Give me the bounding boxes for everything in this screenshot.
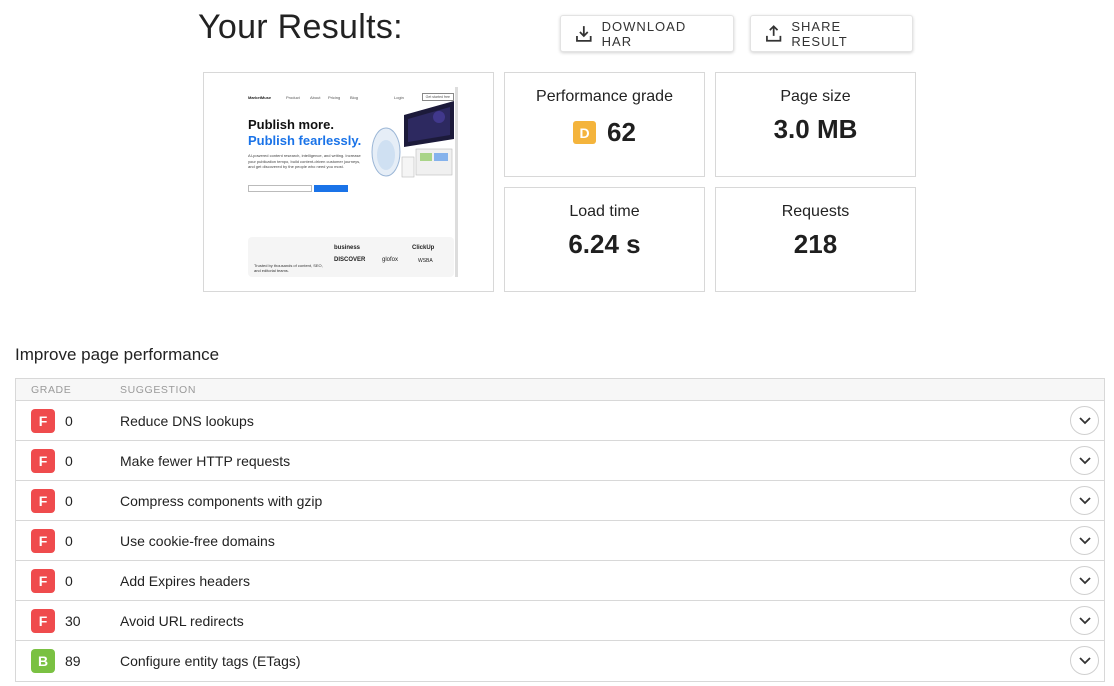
table-row[interactable]: F 0 Add Expires headers [16,561,1104,601]
load-time-value: 6.24 s [568,229,641,259]
table-row[interactable]: F 0 Compress components with gzip [16,481,1104,521]
thumb-email-input [248,185,312,192]
suggestions-table: GRADE SUGGESTION F 0 Reduce DNS lookups F 0 M… [15,378,1105,682]
results-title: Your Results: [198,8,403,46]
thumb-logo-item: ClickUp [412,245,435,251]
chevron-down-icon [1078,496,1091,504]
grade-badge: F [31,609,55,633]
table-row[interactable]: F 0 Use cookie-free domains [16,521,1104,561]
page-size-label: Page size [780,88,851,105]
thumb-trust-text: Trusted by thousands of content, SEO, an… [254,263,323,273]
hero-illustration-icon [371,101,454,178]
grade-badge: F [31,409,55,433]
load-time-label: Load time [569,203,640,220]
grade-badge: F [31,529,55,553]
thumb-nav-item: Product [286,95,300,100]
suggestion-text: Make fewer HTTP requests [120,453,291,469]
thumb-headline-1: Publish more. [248,117,334,132]
upload-icon [766,24,782,42]
thumb-submit-button [314,185,348,192]
grade-badge: D [573,121,597,144]
page-thumbnail: MarketMuse Product About Pricing Blog Lo… [244,87,458,277]
grade-badge: F [31,449,55,473]
chevron-down-icon [1078,656,1091,664]
page-screenshot: MarketMuse Product About Pricing Blog Lo… [203,72,494,292]
expand-row-button[interactable] [1070,446,1099,475]
grade-score: 0 [65,413,73,429]
performance-grade-card: Performance grade D 62 [504,72,705,177]
thumb-nav-item: Pricing [328,95,341,100]
table-header: GRADE SUGGESTION [16,379,1104,401]
page-size-value: 3.0 MB [773,114,858,144]
table-row[interactable]: F 0 Reduce DNS lookups [16,401,1104,441]
expand-row-button[interactable] [1070,406,1099,435]
download-har-button[interactable]: DOWNLOAD HAR [560,15,734,52]
grade-score: 0 [65,533,73,549]
requests-card: Requests 218 [715,187,916,292]
chevron-down-icon [1078,536,1091,544]
thumb-logo-item: glofox [382,257,399,263]
performance-grade-label: Performance grade [536,88,673,105]
expand-row-button[interactable] [1070,566,1099,595]
trust-section: Trusted by thousands of content, SEO, an… [248,237,454,277]
suggestion-text: Use cookie-free domains [120,533,275,549]
grade-score: 89 [65,653,81,669]
grade-score: 30 [65,613,81,629]
chevron-down-icon [1078,616,1091,624]
table-row[interactable]: B 89 Configure entity tags (ETags) [16,641,1104,681]
expand-row-button[interactable] [1070,526,1099,555]
suggestion-column-header: SUGGESTION [120,384,197,396]
improve-section-title: Improve page performance [15,345,220,364]
grade-column-header: GRADE [31,384,72,396]
thumb-logo-item: DISCOVER [334,257,366,263]
table-row[interactable]: F 30 Avoid URL redirects [16,601,1104,641]
thumb-headline-2: Publish fearlessly. [248,133,362,148]
thumb-logo-item: WSBA [418,258,433,264]
share-result-button[interactable]: SHARE RESULT [750,15,913,52]
performance-grade-value: 62 [607,117,636,147]
load-time-card: Load time 6.24 s [504,187,705,292]
thumb-nav-item: About [310,95,321,100]
expand-row-button[interactable] [1070,486,1099,515]
requests-value: 218 [793,229,838,259]
suggestion-text: Reduce DNS lookups [120,413,254,429]
grade-badge: F [31,489,55,513]
suggestion-text: Compress components with gzip [120,493,323,509]
thumb-paragraph: AI-powered content research, intelligenc… [248,153,361,169]
thumb-nav-item: Blog [350,95,359,100]
download-har-label: DOWNLOAD HAR [601,18,687,49]
suggestion-text: Avoid URL redirects [120,613,244,629]
grade-badge: B [31,649,55,673]
thumb-logo: MarketMuse [248,95,272,100]
grade-score: 0 [65,453,73,469]
thumb-scrollbar [455,87,458,277]
chevron-down-icon [1078,416,1091,424]
suggestion-text: Configure entity tags (ETags) [120,653,301,669]
download-icon [576,25,592,42]
requests-label: Requests [781,203,850,220]
grade-score: 0 [65,493,73,509]
expand-row-button[interactable] [1070,606,1099,635]
chevron-down-icon [1078,456,1091,464]
expand-row-button[interactable] [1070,646,1099,675]
suggestion-text: Add Expires headers [120,573,250,589]
chevron-down-icon [1078,576,1091,584]
thumb-logo-item: business [334,245,361,251]
grade-badge: F [31,569,55,593]
grade-score: 0 [65,573,73,589]
page-size-card: Page size 3.0 MB [715,72,916,177]
share-result-label: SHARE RESULT [791,18,848,49]
table-row[interactable]: F 0 Make fewer HTTP requests [16,441,1104,481]
